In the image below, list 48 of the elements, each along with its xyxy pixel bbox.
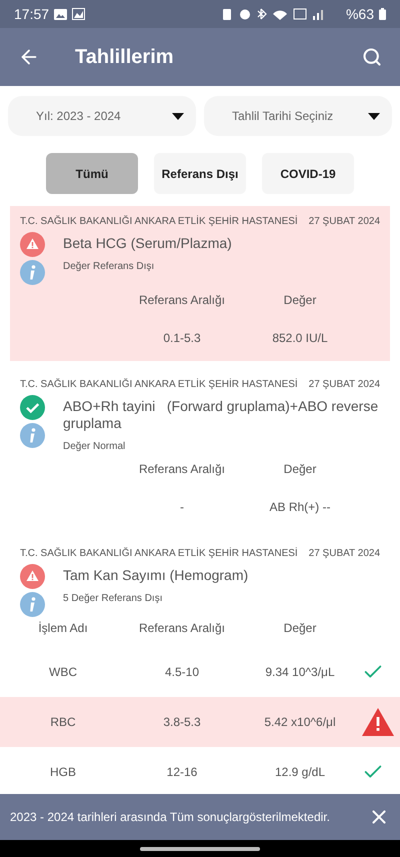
table-cell-text: 9.34 10^3/μL — [264, 664, 336, 681]
status-time: 17:57 — [14, 4, 50, 24]
result-date: 27 ŞUBAT 2024 — [308, 378, 380, 392]
result-date: 27 ŞUBAT 2024 — [308, 547, 380, 561]
battery-percent: %63 — [346, 4, 374, 24]
snackbar-message: 2023 - 2024 tarihleri arasında Tüm sonuçlargösterilmektedir. — [10, 809, 330, 826]
column-header: Değer — [282, 620, 318, 637]
column-header: İşlem Adı — [37, 620, 89, 637]
table-cell-text: 12.9 g/dL — [274, 764, 326, 781]
home-indicator[interactable] — [140, 846, 260, 850]
column-header: Referans Aralığı — [138, 620, 226, 637]
result-date: 27 ŞUBAT 2024 — [308, 215, 380, 229]
table-cell-text: 12-16 — [166, 764, 198, 781]
table-cell-text: 3.8-5.3 — [162, 714, 202, 731]
dropdown[interactable]: Tahlil Tarihi Seçiniz — [204, 96, 392, 136]
caret-icon — [172, 112, 184, 120]
hospital-name: T.C. SAĞLIK BAKANLIĞI ANKARA ETLİK ŞEHİR HASTANESİ — [20, 546, 298, 561]
table-cell-text: WBC — [48, 664, 78, 681]
caret-icon — [368, 112, 380, 120]
result-note: Değer Normal — [63, 440, 126, 454]
test-name: Beta HCG (Serum/Plazma) — [63, 235, 232, 252]
filter-tab[interactable]: Referans Dışı — [154, 153, 246, 194]
table-cell-text: 852.0 IU/L — [271, 330, 329, 347]
table-cell-text: 0.1-5.3 — [162, 330, 202, 347]
hospital-name: T.C. SAĞLIK BAKANLIĞI ANKARA ETLİK ŞEHİR HASTANESİ — [20, 214, 298, 229]
table-cell-text: 5.42 x10^6/μl — [263, 714, 337, 731]
hospital-name: T.C. SAĞLIK BAKANLIĞI ANKARA ETLİK ŞEHİR HASTANESİ — [20, 377, 298, 392]
table-cell-text: HGB — [48, 764, 77, 781]
result-note: 5 Değer Referans Dışı — [63, 592, 164, 606]
table-cell-text: RBC — [49, 714, 77, 731]
table-cell-text: 4.5-10 — [164, 664, 200, 681]
filter-tab[interactable]: COVID-19 — [262, 153, 354, 194]
image-icon — [72, 8, 86, 20]
column-header: Referans Aralığı — [138, 461, 226, 478]
image-icon — [54, 8, 68, 20]
column-header: Değer — [282, 461, 318, 478]
app-title: Tahlillerim — [75, 45, 175, 70]
column-header: Referans Aralığı — [138, 292, 226, 309]
table-cell-text: - — [179, 499, 185, 516]
result-note: Değer Referans Dışı — [63, 260, 156, 274]
search-icon[interactable] — [362, 47, 382, 67]
test-name: Tam Kan Sayımı (Hemogram) — [63, 567, 248, 584]
dropdown[interactable]: Yıl: 2023 - 2024 — [8, 96, 196, 136]
filter-tab[interactable]: Tümü — [46, 153, 138, 194]
table-cell-text: AB Rh(+) -- — [268, 499, 332, 516]
column-header: Değer — [282, 292, 318, 309]
battery-icon — [379, 8, 386, 20]
test-name: ABO+Rh tayini (Forward gruplama)+ABO reverse gruplama — [63, 398, 380, 432]
